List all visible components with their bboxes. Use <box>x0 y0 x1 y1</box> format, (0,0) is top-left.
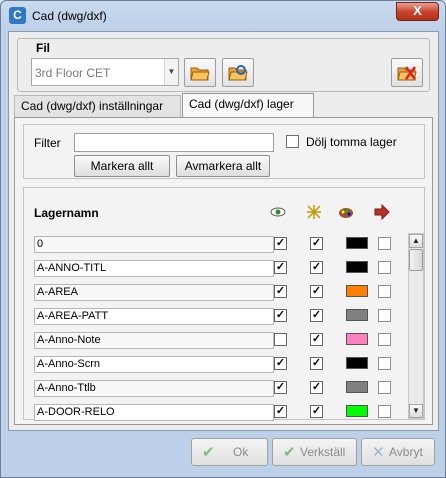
hide-empty-layers-label: Dölj tomma lager <box>306 135 397 149</box>
apply-button-label: Verkställ <box>300 445 346 459</box>
export-checkbox[interactable] <box>378 309 391 322</box>
visible-checkbox[interactable] <box>274 357 287 370</box>
reload-file-button[interactable] <box>222 58 254 87</box>
tab-layers[interactable]: Cad (dwg/dxf) lager <box>182 93 314 118</box>
visible-checkbox[interactable] <box>274 285 287 298</box>
folder-open-icon <box>190 67 210 81</box>
table-row[interactable]: A-AREA-PATT <box>26 304 406 328</box>
file-select-value: 3rd Floor CET <box>35 66 111 80</box>
layers-panel: Filter Dölj tomma lager Markera allt Avm… <box>14 117 433 425</box>
layer-name-cell[interactable]: 0 <box>34 236 274 253</box>
freeze-checkbox[interactable] <box>310 285 323 298</box>
file-group-legend: Fil <box>34 41 52 55</box>
scroll-thumb[interactable] <box>409 249 423 271</box>
export-checkbox[interactable] <box>378 285 391 298</box>
remove-file-button[interactable] <box>391 58 423 87</box>
cancel-button[interactable]: ✕ Avbryt <box>361 438 435 466</box>
filter-section: Filter Dölj tomma lager Markera allt Avm… <box>23 124 425 179</box>
freeze-checkbox[interactable] <box>310 357 323 370</box>
title-bar[interactable]: C Cad (dwg/dxf) X <box>1 1 445 31</box>
export-checkbox[interactable] <box>378 333 391 346</box>
unmark-all-button[interactable]: Avmarkera allt <box>176 155 270 177</box>
table-row[interactable]: A-DOOR-RELO <box>26 400 406 424</box>
file-group: Fil 3rd Floor CET ▼ <box>17 38 430 92</box>
filter-label: Filter <box>34 136 61 150</box>
freeze-icon <box>307 205 321 219</box>
table-row[interactable]: A-ANNO-TITL <box>26 256 406 280</box>
export-checkbox[interactable] <box>378 405 391 418</box>
visible-checkbox[interactable] <box>274 261 287 274</box>
layer-name-cell[interactable]: A-DOOR-RELO <box>34 404 274 421</box>
visible-checkbox[interactable] <box>274 237 287 250</box>
export-arrow-icon <box>374 204 390 220</box>
table-row[interactable]: 0 <box>26 232 406 256</box>
export-checkbox[interactable] <box>378 237 391 250</box>
freeze-checkbox[interactable] <box>310 381 323 394</box>
check-icon: ✔ <box>283 444 296 461</box>
filter-input[interactable] <box>74 133 274 152</box>
layer-color-swatch[interactable] <box>346 333 368 345</box>
dialog-body: Fil 3rd Floor CET ▼ Cad (dwg/dxf) instäl… <box>8 31 439 431</box>
mark-all-button[interactable]: Markera allt <box>74 155 170 177</box>
file-select[interactable]: 3rd Floor CET ▼ <box>31 58 179 86</box>
freeze-checkbox[interactable] <box>310 405 323 418</box>
open-folder-button[interactable] <box>184 58 216 87</box>
cancel-button-label: Avbryt <box>389 445 423 459</box>
app-logo-icon: C <box>9 7 26 24</box>
export-checkbox[interactable] <box>378 357 391 370</box>
visible-checkbox[interactable] <box>274 381 287 394</box>
export-checkbox[interactable] <box>378 381 391 394</box>
layer-color-swatch[interactable] <box>346 405 368 417</box>
scroll-down-button[interactable]: ▼ <box>409 404 423 418</box>
hide-empty-layers-checkbox[interactable] <box>286 135 299 148</box>
visible-checkbox[interactable] <box>274 405 287 418</box>
layer-name-header: Lagernamn <box>34 206 99 220</box>
layer-color-swatch[interactable] <box>346 381 368 393</box>
layer-color-swatch[interactable] <box>346 237 368 249</box>
ok-button-label: Ok <box>233 445 249 459</box>
visible-checkbox[interactable] <box>274 333 287 346</box>
layer-name-cell[interactable]: A-AREA-PATT <box>34 308 274 325</box>
layer-color-swatch[interactable] <box>346 285 368 297</box>
tab-settings[interactable]: Cad (dwg/dxf) inställningar <box>14 95 181 117</box>
window-title: Cad (dwg/dxf) <box>32 9 107 23</box>
freeze-checkbox[interactable] <box>310 333 323 346</box>
dialog-window: C Cad (dwg/dxf) X Fil 3rd Floor CET ▼ Ca… <box>0 0 446 478</box>
layer-name-cell[interactable]: A-ANNO-TITL <box>34 260 274 277</box>
color-palette-icon <box>339 208 353 218</box>
close-button[interactable]: X <box>396 2 439 21</box>
export-checkbox[interactable] <box>378 261 391 274</box>
close-icon: ✕ <box>372 444 385 461</box>
freeze-checkbox[interactable] <box>310 261 323 274</box>
layer-name-cell[interactable]: A-Anno-Scrn <box>34 356 274 373</box>
ok-button[interactable]: ✔ Ok <box>191 438 268 466</box>
layer-color-swatch[interactable] <box>346 357 368 369</box>
dialog-footer: ✔ Ok ✔ Verkställ ✕ Avbryt <box>8 432 439 472</box>
freeze-checkbox[interactable] <box>310 309 323 322</box>
layer-color-swatch[interactable] <box>346 309 368 321</box>
visible-checkbox[interactable] <box>274 309 287 322</box>
layer-name-cell[interactable]: A-Anno-Note <box>34 332 274 349</box>
apply-button[interactable]: ✔ Verkställ <box>272 438 357 466</box>
table-row[interactable]: A-Anno-Scrn <box>26 352 406 376</box>
table-row[interactable]: A-Anno-Note <box>26 328 406 352</box>
folder-refresh-icon <box>228 65 248 81</box>
check-icon: ✔ <box>202 444 215 461</box>
chevron-down-icon[interactable]: ▼ <box>164 59 178 85</box>
freeze-checkbox[interactable] <box>310 237 323 250</box>
layer-name-cell[interactable]: A-AREA <box>34 284 274 301</box>
scroll-up-button[interactable]: ▲ <box>409 234 423 248</box>
layer-color-swatch[interactable] <box>346 261 368 273</box>
vertical-scrollbar[interactable]: ▲ ▼ <box>408 233 424 419</box>
layer-name-cell[interactable]: A-Anno-Ttlb <box>34 380 274 397</box>
table-row[interactable]: A-AREA <box>26 280 406 304</box>
eye-icon <box>270 207 286 217</box>
folder-delete-icon <box>397 66 417 81</box>
table-row[interactable]: A-Anno-Ttlb <box>26 376 406 400</box>
layer-grid: Lagernamn 0 A-ANNO-TITL A-AREA A-AREA-PATT A… <box>23 187 425 421</box>
